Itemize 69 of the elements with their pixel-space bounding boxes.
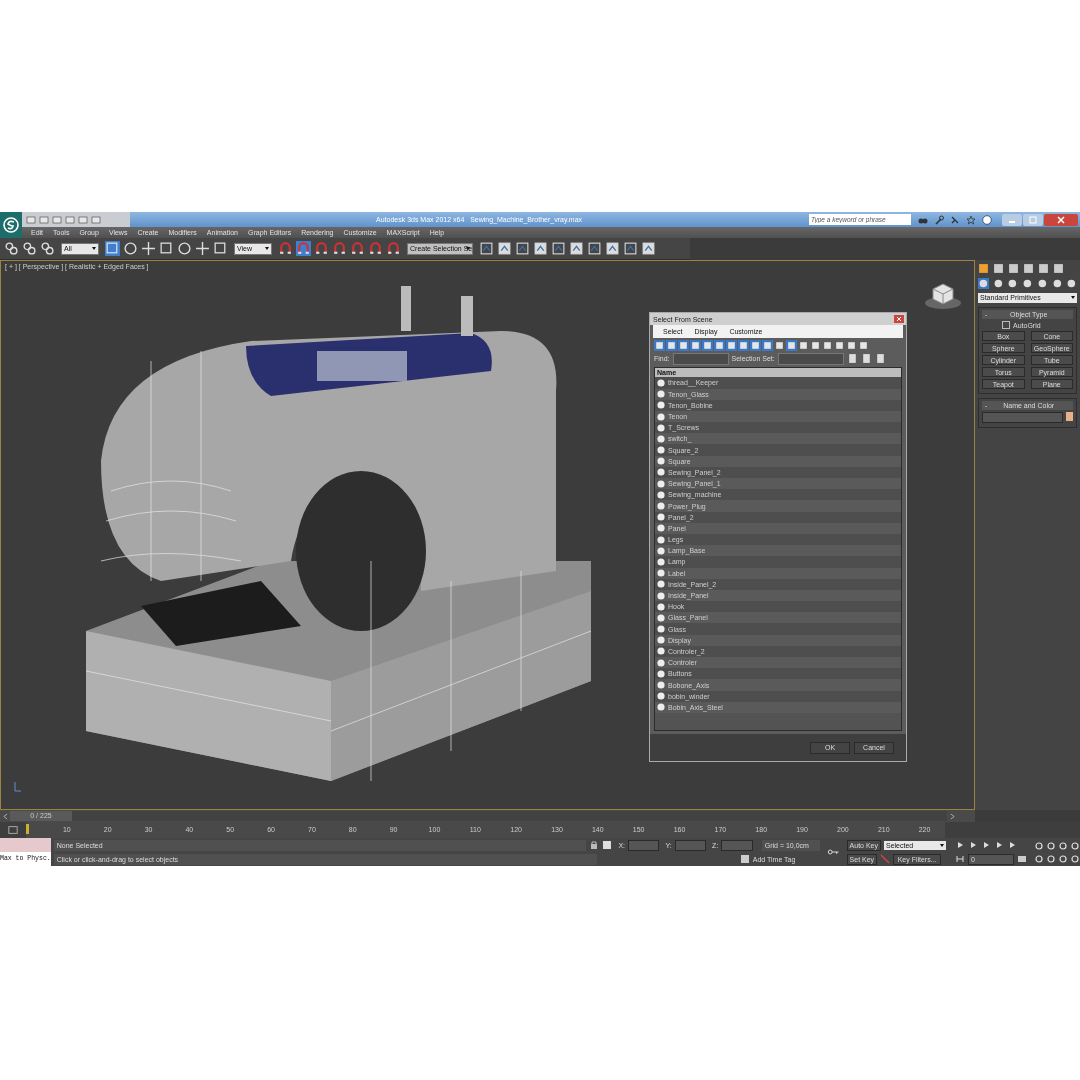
absolute-mode-icon[interactable] <box>602 840 613 850</box>
filter-toggle-icon[interactable] <box>846 339 857 351</box>
category-icon[interactable] <box>1022 278 1033 290</box>
viewport-navigation-icon[interactable] <box>1034 840 1044 851</box>
previous-frame-icon[interactable] <box>0 812 10 820</box>
category-icon[interactable] <box>1051 278 1063 290</box>
category-icon[interactable] <box>1066 278 1078 290</box>
viewport-navigation-icon[interactable] <box>1070 840 1080 851</box>
category-icon[interactable] <box>978 278 989 290</box>
command-tab-icon[interactable] <box>1038 263 1049 275</box>
filter-toggle-icon[interactable] <box>678 339 689 351</box>
filter-toggle-icon[interactable] <box>774 339 785 351</box>
space-warp-icon[interactable] <box>40 241 55 257</box>
viewport-navigation-icon[interactable] <box>1058 840 1068 851</box>
coordinate-field[interactable] <box>674 839 707 851</box>
app-logo-icon[interactable] <box>0 212 22 238</box>
coordinate-field[interactable] <box>628 839 660 851</box>
viewport[interactable] <box>0 260 975 811</box>
filter-toggle-icon[interactable] <box>702 339 713 351</box>
filter-toggle-icon[interactable] <box>798 339 809 351</box>
close-button[interactable] <box>894 315 904 324</box>
filter-toggle-icon[interactable] <box>750 339 761 351</box>
command-tab-icon[interactable] <box>1053 263 1064 275</box>
lock-icon[interactable] <box>589 840 600 850</box>
filter-toggle-icon[interactable] <box>762 339 773 351</box>
key-icon[interactable] <box>826 847 840 857</box>
document-icon[interactable] <box>846 353 858 365</box>
document-icon[interactable] <box>874 353 886 365</box>
next-frame-icon[interactable] <box>947 812 957 820</box>
filter-toggle-icon[interactable] <box>858 339 869 351</box>
filter-toggle-icon[interactable] <box>834 339 845 351</box>
listener-input[interactable] <box>0 838 51 852</box>
find-field[interactable] <box>672 352 729 365</box>
filter-toggle-icon[interactable] <box>654 339 665 351</box>
filter-toggle-icon[interactable] <box>738 339 749 351</box>
axis-tripod-icon <box>13 779 23 794</box>
viewport-navigation-icon[interactable] <box>1046 853 1056 864</box>
autogrid-checkbox[interactable] <box>1002 321 1010 330</box>
viewport-navigation-icon[interactable] <box>1070 853 1080 864</box>
link-icon[interactable] <box>4 241 19 257</box>
command-tab-icon[interactable] <box>978 263 989 275</box>
viewport-navigation-icon[interactable] <box>1034 853 1044 864</box>
select-icon[interactable] <box>105 241 120 257</box>
filter-toggle-icon[interactable] <box>666 339 677 351</box>
document-icon[interactable] <box>860 353 872 365</box>
coordinate-field[interactable] <box>721 839 753 851</box>
filter-toggle-icon[interactable] <box>690 339 701 351</box>
object-name-field[interactable] <box>982 412 1063 424</box>
command-tab-icon[interactable] <box>993 263 1004 275</box>
unlink-icon[interactable] <box>22 241 37 257</box>
time-config-icon[interactable] <box>1017 854 1027 864</box>
filter-toggle-icon[interactable] <box>726 339 737 351</box>
time-tag-icon[interactable] <box>739 854 750 864</box>
filter-toggle-icon[interactable] <box>822 339 833 351</box>
category-icon[interactable] <box>1007 278 1019 290</box>
color-swatch[interactable] <box>1066 412 1073 422</box>
viewport-navigation-icon[interactable] <box>1046 840 1056 851</box>
category-icon[interactable] <box>992 278 1004 290</box>
star-icon[interactable] <box>966 214 976 225</box>
viewport-navigation-icon[interactable] <box>1058 853 1068 864</box>
filter-toggle-icon[interactable] <box>810 339 821 351</box>
command-tab-icon[interactable] <box>1008 263 1019 275</box>
filter-toggle-icon[interactable] <box>786 339 797 351</box>
wrench-icon[interactable] <box>934 214 944 225</box>
key-mode-toggle-icon[interactable] <box>955 854 965 864</box>
close-button[interactable] <box>1044 213 1078 226</box>
category-icon[interactable] <box>1036 278 1048 290</box>
filter-toggle-icon[interactable] <box>714 339 725 351</box>
command-tab-icon[interactable] <box>1023 263 1034 275</box>
